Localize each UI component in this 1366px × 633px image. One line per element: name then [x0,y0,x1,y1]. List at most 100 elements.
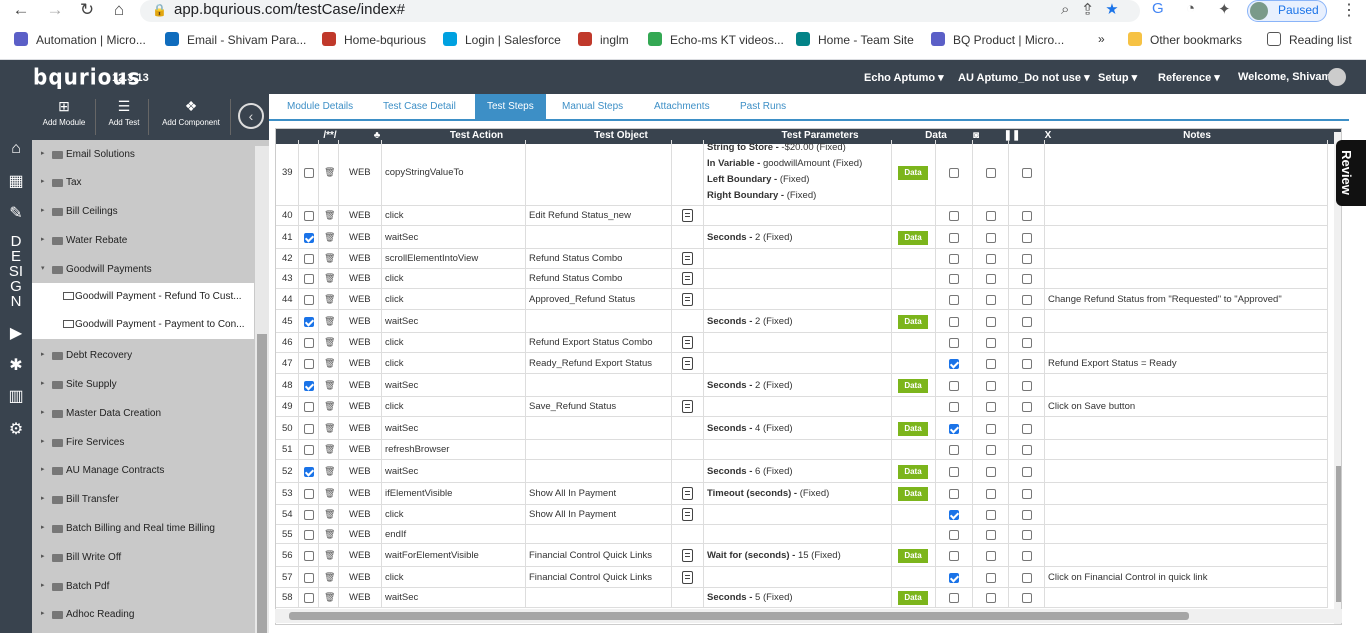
caret-right-icon[interactable]: ▸ [41,581,45,589]
trash-icon[interactable]: 🗑 [324,358,335,369]
screenshot-checkbox[interactable] [949,467,959,477]
skip-checkbox[interactable] [1022,381,1032,391]
menu-echo-aptumo[interactable]: Echo Aptumo ▾ [864,71,944,84]
table-row[interactable]: 42 🗑 WEB scrollElementIntoView Refund Status… [276,249,1328,269]
skip-checkbox[interactable] [1022,359,1032,369]
object-repository-icon[interactable] [682,293,693,306]
tree-test-item[interactable]: Goodwill Payment - Payment to Con... [32,311,254,339]
table-row[interactable]: 48 🗑 WEB waitSec Seconds - 2 (Fixed) Data [276,374,1328,397]
design-pencil-icon[interactable]: ✎ [7,205,25,223]
pause-checkbox[interactable] [986,295,996,305]
bug-icon[interactable]: ✱ [7,357,25,375]
caret-right-icon[interactable]: ▸ [41,177,45,185]
grid-scroll-thumb[interactable] [1336,466,1341,602]
tab-past-runs[interactable]: Past Runs [740,101,786,112]
table-row[interactable]: 47 🗑 WEB click Ready_Refund Export Status Ref… [276,353,1328,374]
screenshot-checkbox[interactable] [949,551,959,561]
grid-hscroll-thumb[interactable] [289,612,1189,620]
pause-checkbox[interactable] [986,530,996,540]
pause-checkbox[interactable] [986,168,996,178]
trash-icon[interactable]: 🗑 [324,337,335,348]
user-avatar[interactable] [1328,68,1346,86]
tree-module-item[interactable]: ▸ Debt Recovery [32,347,254,367]
object-repository-icon[interactable] [682,272,693,285]
tree-module-item[interactable]: ▸ Tax [32,174,254,194]
comment-checkbox[interactable] [304,168,314,178]
skip-checkbox[interactable] [1022,489,1032,499]
screenshot-checkbox[interactable] [949,295,959,305]
screenshot-checkbox[interactable] [949,445,959,455]
screenshot-checkbox[interactable] [949,168,959,178]
skip-checkbox[interactable] [1022,168,1032,178]
step-note[interactable]: Click on Save button [1048,401,1135,412]
table-row[interactable]: 55 🗑 WEB endIf [276,525,1328,544]
comment-checkbox[interactable] [304,424,314,434]
skip-checkbox[interactable] [1022,424,1032,434]
test-action[interactable]: click [385,210,403,221]
test-object[interactable]: Financial Control Quick Links [529,550,652,561]
table-row[interactable]: 43 🗑 WEB click Refund Status Combo [276,269,1328,289]
step-note[interactable]: Change Refund Status from "Requested" to… [1048,294,1282,305]
skip-checkbox[interactable] [1022,254,1032,264]
trash-icon[interactable]: 🗑 [324,550,335,561]
comment-checkbox[interactable] [304,338,314,348]
screenshot-checkbox[interactable] [949,424,959,434]
test-action[interactable]: click [385,294,403,305]
tree-module-item[interactable]: ▸ Batch Billing and Real time Billing [32,520,254,540]
comment-checkbox[interactable] [304,551,314,561]
trash-icon[interactable]: 🗑 [324,423,335,434]
tab-test-case-detail[interactable]: Test Case Detail [383,101,456,112]
bookmark-item[interactable]: inglm [578,32,629,47]
data-button[interactable]: Data [898,315,928,329]
bookmark-item[interactable]: BQ Product | Micro... [931,32,1064,47]
review-tab[interactable]: Review [1336,140,1366,206]
add-module-button[interactable]: ⊞ Add Module [40,98,88,127]
screenshot-checkbox[interactable] [949,274,959,284]
sidebar-scroll-thumb[interactable] [257,334,267,633]
tree-module-item[interactable]: ▸ Bill Ceilings [32,203,254,223]
screenshot-checkbox[interactable] [949,573,959,583]
test-object[interactable]: Ready_Refund Export Status [529,358,652,369]
object-repository-icon[interactable] [682,400,693,413]
data-button[interactable]: Data [898,591,928,605]
object-repository-icon[interactable] [682,508,693,521]
caret-right-icon[interactable]: ▸ [41,206,45,214]
object-repository-icon[interactable] [682,336,693,349]
caret-right-icon[interactable]: ▸ [41,437,45,445]
data-button[interactable]: Data [898,422,928,436]
comment-checkbox[interactable] [304,359,314,369]
screenshot-checkbox[interactable] [949,593,959,603]
browser-menu-icon[interactable]: ⋮ [1341,0,1357,20]
comment-checkbox[interactable] [304,317,314,327]
test-action[interactable]: ifElementVisible [385,488,452,499]
test-action[interactable]: copyStringValueTo [385,167,464,178]
add-test-button[interactable]: ☰ Add Test [102,98,146,127]
object-repository-icon[interactable] [682,549,693,562]
menu-au-aptumo[interactable]: AU Aptumo_Do not use ▾ [958,71,1090,84]
skip-checkbox[interactable] [1022,211,1032,221]
trash-icon[interactable]: 🗑 [324,401,335,412]
tree-module-item[interactable]: ▸ Adhoc Reading [32,606,254,626]
reload-icon[interactable]: ↻ [76,0,98,20]
screenshot-checkbox[interactable] [949,402,959,412]
trash-icon[interactable]: 🗑 [324,529,335,540]
table-row[interactable]: 57 🗑 WEB click Financial Control Quick Links… [276,567,1328,588]
table-row[interactable]: 58 🗑 WEB waitSec Seconds - 5 (Fixed) Data [276,588,1328,608]
caret-right-icon[interactable]: ▸ [41,149,45,157]
comment-checkbox[interactable] [304,445,314,455]
skip-checkbox[interactable] [1022,274,1032,284]
bookmark-item[interactable]: Home - Team Site [796,32,914,47]
data-button[interactable]: Data [898,487,928,501]
table-row[interactable]: 44 🗑 WEB click Approved_Refund Status Change … [276,289,1328,310]
skip-checkbox[interactable] [1022,551,1032,561]
screenshot-checkbox[interactable] [949,530,959,540]
test-action[interactable]: click [385,509,403,520]
tree-module-item[interactable]: ▸ Master Data Creation [32,405,254,425]
screenshot-checkbox[interactable] [949,359,959,369]
test-action[interactable]: click [385,273,403,284]
table-row[interactable]: 40 🗑 WEB click Edit Refund Status_new [276,206,1328,226]
skip-checkbox[interactable] [1022,233,1032,243]
forward-arrow-icon[interactable]: → [44,0,66,20]
data-button[interactable]: Data [898,465,928,479]
trash-icon[interactable]: 🗑 [324,466,335,477]
